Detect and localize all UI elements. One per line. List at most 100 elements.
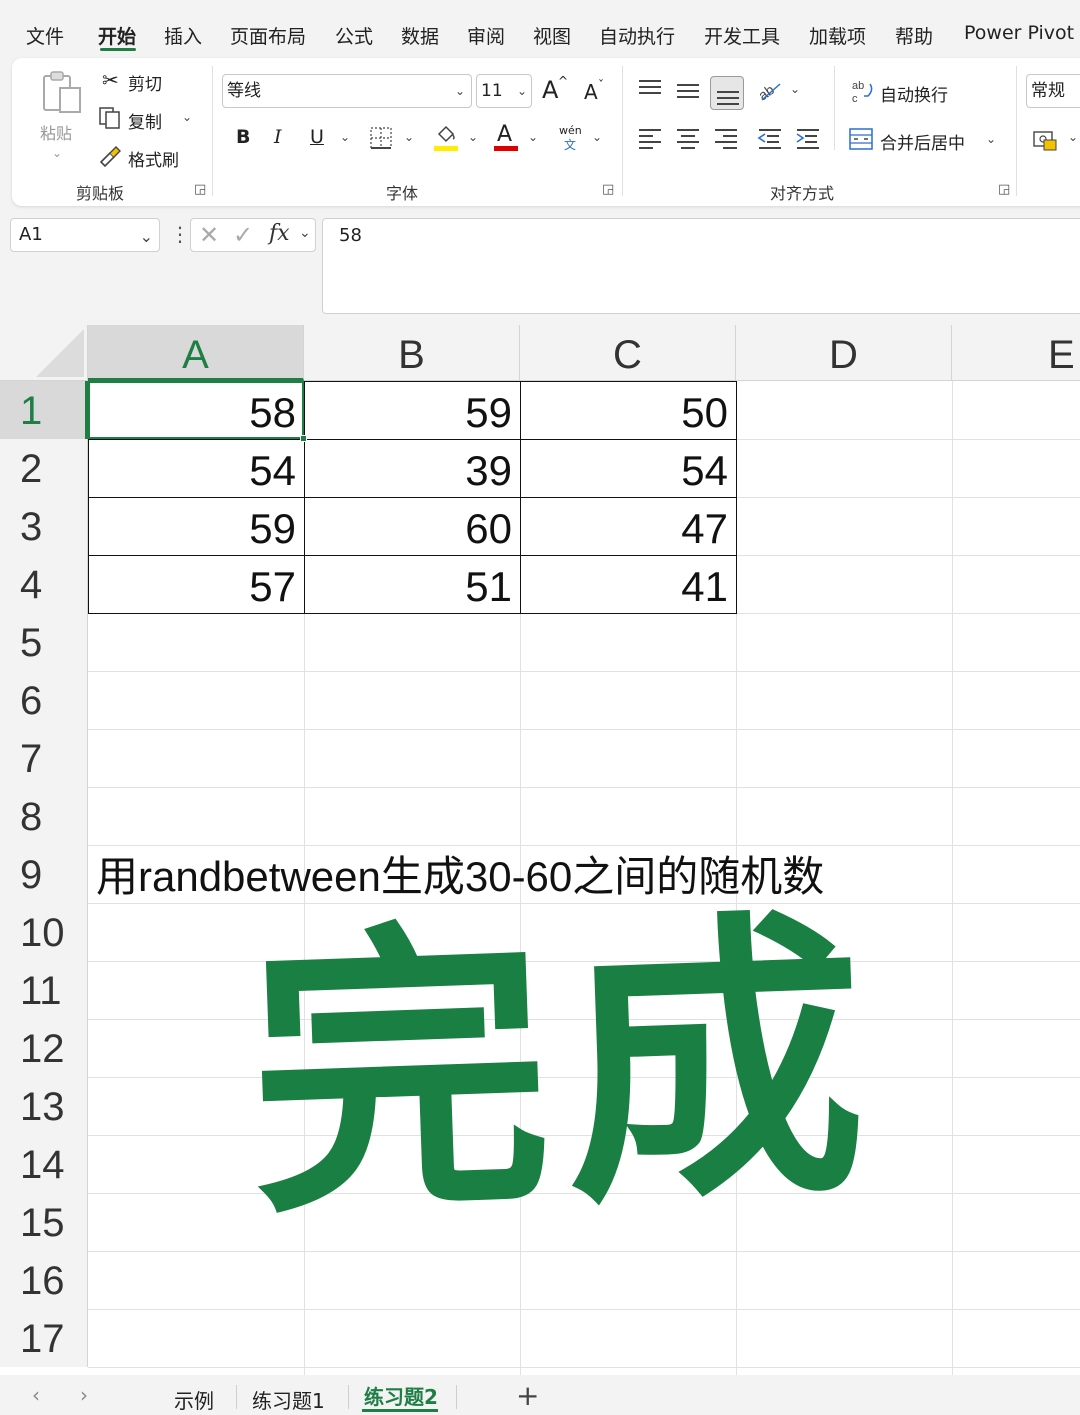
number-format-select[interactable]: 常规	[1026, 74, 1080, 108]
grow-font-button[interactable]: A ^	[540, 74, 568, 106]
cell-b1[interactable]: 59	[304, 381, 520, 439]
cell-b3[interactable]: 60	[304, 497, 520, 555]
tab-review[interactable]: 审阅	[467, 22, 505, 49]
column-header-d[interactable]: D	[736, 325, 952, 381]
increase-indent-button[interactable]	[794, 126, 822, 150]
paste-chevron-icon[interactable]: ⌄	[52, 146, 62, 160]
sheet-tab-example[interactable]: 示例	[174, 1385, 214, 1414]
column-header-e[interactable]: E	[952, 325, 1080, 381]
row-header-2[interactable]: 2	[0, 439, 88, 497]
currency-chevron-icon[interactable]: ⌄	[1068, 130, 1078, 144]
cell-a3[interactable]: 59	[88, 497, 304, 555]
align-right-button[interactable]	[712, 126, 740, 150]
check-icon[interactable]: ✓	[233, 221, 253, 249]
tab-data[interactable]: 数据	[401, 22, 439, 49]
tab-formulas[interactable]: 公式	[335, 22, 373, 49]
fill-color-button[interactable]	[432, 124, 460, 154]
formula-input[interactable]: 58	[322, 218, 1080, 314]
align-center-button[interactable]	[674, 126, 702, 150]
font-launcher-icon[interactable]: ◲	[602, 182, 614, 197]
tab-file[interactable]: 文件	[26, 22, 64, 49]
row-header-10[interactable]: 10	[0, 903, 88, 961]
column-header-a[interactable]: A	[88, 325, 304, 381]
underline-chevron-icon[interactable]: ⌄	[340, 130, 350, 144]
row-header-9[interactable]: 9	[0, 845, 88, 903]
select-all-corner[interactable]	[0, 325, 88, 381]
row-header-5[interactable]: 5	[0, 613, 88, 671]
column-header-c[interactable]: C	[520, 325, 736, 381]
orientation-chevron-icon[interactable]: ⌄	[790, 82, 800, 96]
tab-automate[interactable]: 自动执行	[599, 22, 675, 49]
currency-format-icon[interactable]	[1032, 128, 1058, 152]
font-size-select[interactable]: 11 ⌄	[476, 74, 532, 108]
cell-a4[interactable]: 57	[88, 555, 304, 613]
merge-center-button[interactable]: 合并后居中 ⌄	[848, 126, 1008, 156]
fill-handle[interactable]	[300, 435, 307, 442]
underline-button[interactable]: U	[310, 126, 324, 148]
borders-chevron-icon[interactable]: ⌄	[404, 130, 414, 144]
row-header-16[interactable]: 16	[0, 1251, 88, 1309]
cell-b4[interactable]: 51	[304, 555, 520, 613]
name-box[interactable]: A1 ⌄	[10, 218, 160, 252]
insert-function-button[interactable]: fx	[269, 221, 290, 246]
add-sheet-button[interactable]: +	[516, 1379, 539, 1412]
copy-chevron-icon[interactable]: ⌄	[182, 110, 192, 124]
worksheet-grid[interactable]: A B C D E 1 2 3 4 5 6 7 8 9 10 11 12 13 …	[0, 325, 1080, 1375]
borders-icon[interactable]	[369, 126, 393, 150]
chevron-right-icon[interactable]: ›	[80, 1383, 88, 1407]
row-header-12[interactable]: 12	[0, 1019, 88, 1077]
italic-button[interactable]: I	[274, 126, 282, 148]
format-painter-button[interactable]: 格式刷	[98, 144, 208, 171]
row-header-1[interactable]: 1	[0, 381, 88, 439]
cell-b2[interactable]: 39	[304, 439, 520, 497]
fill-color-chevron-icon[interactable]: ⌄	[468, 130, 478, 144]
more-options-icon[interactable]: ⋮	[170, 222, 190, 246]
decrease-indent-button[interactable]	[756, 126, 784, 150]
alignment-launcher-icon[interactable]: ◲	[998, 182, 1010, 197]
row-header-11[interactable]: 11	[0, 961, 88, 1019]
cell-c2[interactable]: 54	[520, 439, 736, 497]
cancel-icon[interactable]: ✕	[199, 221, 219, 249]
chevron-down-icon[interactable]: ⌄	[299, 225, 311, 241]
wrap-text-button[interactable]: ab c 自动换行	[850, 78, 990, 108]
paste-button[interactable]: 粘贴 ⌄	[34, 68, 90, 168]
row-header-14[interactable]: 14	[0, 1135, 88, 1193]
tab-page-layout[interactable]: 页面布局	[230, 22, 306, 49]
cell-c1[interactable]: 50	[520, 381, 736, 439]
chevron-left-icon[interactable]: ‹	[32, 1383, 40, 1407]
row-header-15[interactable]: 15	[0, 1193, 88, 1251]
sheet-tab-exercise1[interactable]: 练习题1	[252, 1385, 325, 1414]
font-name-select[interactable]: 等线 ⌄	[222, 74, 472, 108]
copy-button[interactable]: 复制 ⌄	[98, 106, 208, 133]
column-header-b[interactable]: B	[304, 325, 520, 381]
tab-view[interactable]: 视图	[533, 22, 571, 49]
font-color-button[interactable]: A	[494, 122, 522, 154]
row-header-13[interactable]: 13	[0, 1077, 88, 1135]
align-middle-button[interactable]	[674, 78, 702, 102]
cell-c4[interactable]: 41	[520, 555, 736, 613]
clipboard-launcher-icon[interactable]: ◲	[194, 182, 206, 197]
align-bottom-button[interactable]	[710, 76, 744, 110]
tab-help[interactable]: 帮助	[895, 22, 933, 49]
row-header-17[interactable]: 17	[0, 1309, 88, 1367]
align-left-button[interactable]	[636, 126, 664, 150]
tab-power-pivot[interactable]: Power Pivot	[964, 22, 1074, 44]
tab-insert[interactable]: 插入	[164, 22, 202, 49]
row-header-6[interactable]: 6	[0, 671, 88, 729]
shrink-font-button[interactable]: A ˇ	[582, 78, 610, 108]
sheet-tab-exercise2[interactable]: 练习题2	[364, 1381, 438, 1410]
row-header-4[interactable]: 4	[0, 555, 88, 613]
tab-add-ins[interactable]: 加载项	[809, 22, 866, 49]
font-color-chevron-icon[interactable]: ⌄	[528, 130, 538, 144]
chevron-down-icon[interactable]: ⌄	[986, 132, 996, 146]
orientation-icon[interactable]: ab	[756, 78, 784, 104]
phonetic-chevron-icon[interactable]: ⌄	[592, 130, 602, 144]
row-header-8[interactable]: 8	[0, 787, 88, 845]
tab-home[interactable]: 开始	[98, 22, 136, 49]
cell-c3[interactable]: 47	[520, 497, 736, 555]
bold-button[interactable]: B	[236, 126, 250, 148]
tab-developer[interactable]: 开发工具	[704, 22, 780, 49]
phonetic-button[interactable]: wén 文	[558, 124, 584, 154]
cut-button[interactable]: ✂ 剪切	[100, 68, 210, 95]
cell-a2[interactable]: 54	[88, 439, 304, 497]
